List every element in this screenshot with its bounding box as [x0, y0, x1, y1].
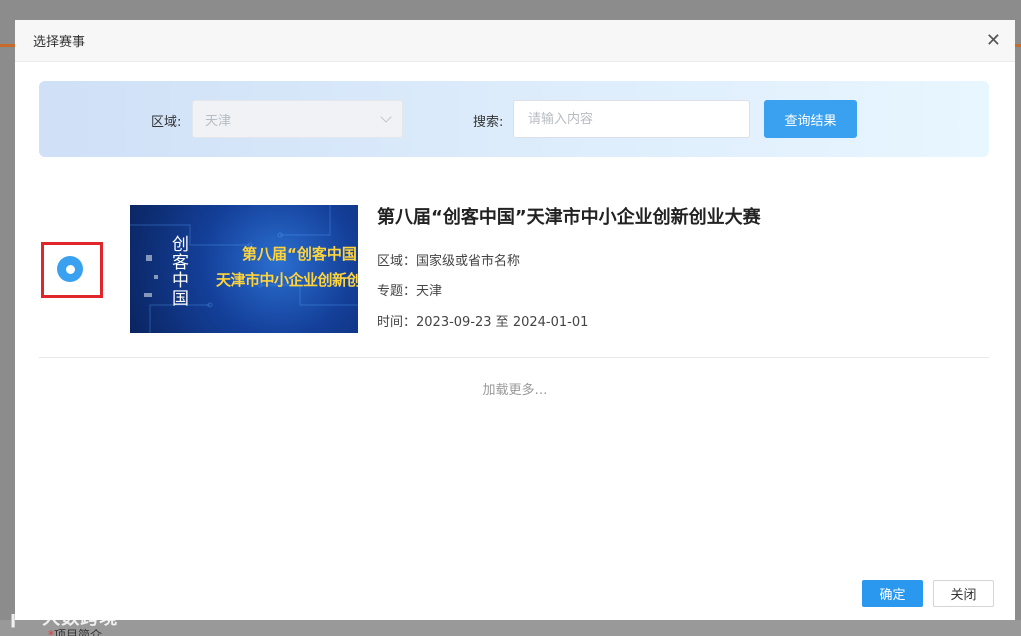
load-more-link[interactable]: 加载更多… — [15, 379, 1015, 398]
event-radio-button[interactable] — [57, 256, 83, 282]
backdrop-accent-line — [0, 44, 16, 47]
search-input[interactable] — [513, 100, 750, 138]
close-icon[interactable]: ✕ — [986, 31, 1001, 50]
event-time: 时间：2023-09-23 至 2024-01-01 — [377, 315, 589, 330]
event-topic: 专题：天津 — [377, 284, 443, 299]
region-select[interactable]: 天津 — [192, 100, 403, 138]
close-button[interactable]: 关闭 — [933, 580, 994, 607]
dialog-header: 选择赛事 ✕ — [15, 20, 1015, 62]
event-thumbnail: 创客中国 第八届“创客中国” 天津市中小企业创新创业大赛 — [130, 205, 358, 333]
watermark-logo: ꞁ⁰⁰ 大数跨境 — [10, 608, 119, 629]
event-region: 区域：国家级或省市名称 — [377, 254, 521, 269]
search-label: 搜索: — [473, 115, 504, 130]
thumbnail-logo-text: 创客中国 — [168, 235, 188, 307]
thumbnail-headline-line1: 第八届“创客中国” — [242, 245, 358, 263]
confirm-button[interactable]: 确定 — [862, 580, 923, 607]
region-label: 区域: — [151, 115, 182, 130]
radio-checked-dot — [65, 264, 75, 274]
event-list-item[interactable]: 创客中国 第八届“创客中国” 天津市中小企业创新创业大赛 第八届“创客中国”天津… — [39, 190, 989, 358]
event-title: 第八届“创客中国”天津市中小企业创新创业大赛 — [377, 207, 761, 228]
dialog-title: 选择赛事 — [33, 35, 86, 50]
filter-bar: 区域: 天津 搜索: 查询结果 — [39, 81, 989, 157]
chevron-down-icon — [380, 111, 392, 123]
backdrop-page-strip — [0, 620, 1021, 636]
region-select-value: 天津 — [205, 113, 232, 129]
select-event-dialog: 选择赛事 ✕ 区域: 天津 搜索: 查询结果 — [15, 20, 1015, 620]
thumbnail-headline-line2: 天津市中小企业创新创业大赛 — [216, 271, 358, 289]
query-results-button[interactable]: 查询结果 — [764, 100, 857, 138]
